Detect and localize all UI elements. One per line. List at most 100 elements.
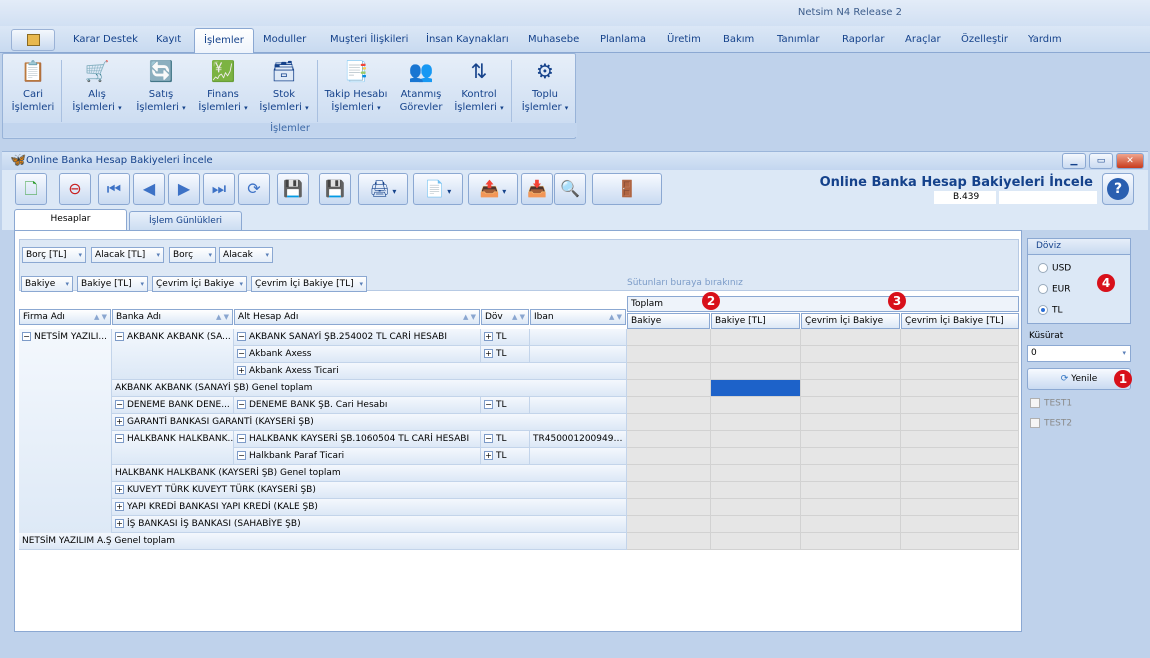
- data-cell[interactable]: [627, 346, 711, 363]
- menu-musteri-iliskileri[interactable]: Muşteri İlişkileri: [330, 34, 408, 45]
- row-currency[interactable]: + TL: [481, 329, 530, 346]
- save-close-button[interactable]: 💾: [319, 173, 351, 205]
- row-bank-akbank[interactable]: − AKBANK AKBANK (SA...: [112, 329, 234, 380]
- data-cell[interactable]: [627, 363, 711, 380]
- tab-islem-gunlukleri[interactable]: İşlem Günlükleri: [129, 211, 242, 231]
- field-borc[interactable]: Borç ▾: [169, 247, 216, 263]
- data-cell[interactable]: [711, 516, 801, 533]
- satis-islemleri-button[interactable]: 🔄 Satış İşlemleri ▾: [133, 58, 189, 115]
- row-bank-deneme[interactable]: − DENEME BANK DENE...: [112, 397, 234, 414]
- data-cell[interactable]: [801, 329, 901, 346]
- header-bakiye[interactable]: Bakiye: [627, 313, 710, 329]
- row-bank-yapikredi[interactable]: + YAPI KREDİ BANKASI YAPI KREDİ (KALE ŞB): [112, 499, 627, 516]
- row-account[interactable]: − HALKBANK KAYSERİ ŞB.1060504 TL CARİ HES…: [234, 431, 481, 448]
- data-cell[interactable]: [711, 397, 801, 414]
- data-cell[interactable]: [801, 499, 901, 516]
- kusurat-select[interactable]: 0 ▾: [1027, 345, 1131, 362]
- field-bakiye-tl[interactable]: Bakiye [TL] ▾: [77, 276, 148, 292]
- menu-insan-kaynaklari[interactable]: İnsan Kaynakları: [426, 34, 509, 45]
- last-record-button[interactable]: ⏭: [203, 173, 235, 205]
- data-cell[interactable]: [711, 482, 801, 499]
- atanmis-gorevler-button[interactable]: 👥 Atanmış Görevler: [395, 58, 447, 114]
- header-firma-adi[interactable]: Firma Adı ▲ ▼: [19, 309, 111, 325]
- row-bank-halkbank[interactable]: − HALKBANK HALKBANK...: [112, 431, 234, 465]
- alis-islemleri-button[interactable]: 🛒 Alış İşlemleri ▾: [69, 58, 125, 115]
- data-cell[interactable]: [711, 431, 801, 448]
- minimize-button[interactable]: ▁: [1062, 153, 1086, 169]
- data-cell[interactable]: [901, 363, 1019, 380]
- header-bakiye-tl[interactable]: Bakiye [TL]: [711, 313, 800, 329]
- data-cell[interactable]: [627, 499, 711, 516]
- data-cell[interactable]: [801, 346, 901, 363]
- takip-hesabi-islemleri-button[interactable]: 📑 Takip Hesabı İşlemleri ▾: [323, 58, 389, 115]
- data-cell[interactable]: [711, 363, 801, 380]
- row-currency[interactable]: − TL: [481, 431, 530, 448]
- menu-araclar[interactable]: Araçlar: [905, 34, 941, 45]
- refresh-record-button[interactable]: ⟳: [238, 173, 270, 205]
- data-cell[interactable]: [627, 431, 711, 448]
- data-cell[interactable]: [627, 533, 711, 550]
- data-cell[interactable]: [901, 533, 1019, 550]
- close-button[interactable]: ✕: [1116, 153, 1144, 169]
- radio-usd[interactable]: USD: [1038, 263, 1071, 274]
- field-cevrim-ici-bakiye-tl[interactable]: Çevrim İçi Bakiye [TL] ▾: [251, 276, 367, 292]
- data-cell[interactable]: [801, 431, 901, 448]
- data-cell[interactable]: [801, 448, 901, 465]
- data-cell[interactable]: [901, 431, 1019, 448]
- checkbox-test2[interactable]: TEST2: [1030, 418, 1072, 429]
- kontrol-islemleri-button[interactable]: ⇅ Kontrol İşlemleri ▾: [451, 58, 507, 115]
- field-borc-tl[interactable]: Borç [TL] ▾: [22, 247, 86, 263]
- menu-tanimlar[interactable]: Tanımlar: [777, 34, 819, 45]
- data-cell[interactable]: [711, 414, 801, 431]
- print-button[interactable]: 🖨 ▾: [358, 173, 408, 205]
- previous-record-button[interactable]: ◀: [133, 173, 165, 205]
- toplu-islemler-button[interactable]: ⚙ Toplu İşlemler ▾: [517, 58, 573, 115]
- menu-kayit[interactable]: Kayıt: [156, 34, 181, 45]
- import-button[interactable]: 📥: [521, 173, 553, 205]
- data-cell[interactable]: [801, 516, 901, 533]
- row-account[interactable]: − AKBANK SANAYİ ŞB.254002 TL CARİ HESABI: [234, 329, 481, 346]
- next-record-button[interactable]: ▶: [168, 173, 200, 205]
- data-cell[interactable]: [627, 448, 711, 465]
- pdf-export-button[interactable]: 📄 ▾: [413, 173, 463, 205]
- field-alacak[interactable]: Alacak ▾: [219, 247, 273, 263]
- menu-bakim[interactable]: Bakım: [723, 34, 754, 45]
- row-currency[interactable]: + TL: [481, 448, 530, 465]
- checkbox-test1[interactable]: TEST1: [1030, 398, 1072, 409]
- header-alt-hesap-adi[interactable]: Alt Hesap Adı ▲ ▼: [234, 309, 480, 325]
- search-button[interactable]: 🔍: [554, 173, 586, 205]
- header-cevrim-ici-bakiye[interactable]: Çevrim İçi Bakiye: [801, 313, 900, 329]
- data-cell[interactable]: [901, 465, 1019, 482]
- data-cell[interactable]: [711, 329, 801, 346]
- cari-islemleri-button[interactable]: 📋 Cari İşlemleri: [11, 58, 55, 114]
- data-cell[interactable]: [901, 346, 1019, 363]
- export-button[interactable]: 📤 ▾: [468, 173, 518, 205]
- menu-uretim[interactable]: Üretim: [667, 34, 701, 45]
- data-cell[interactable]: [627, 414, 711, 431]
- data-cell[interactable]: [627, 380, 711, 397]
- data-cell[interactable]: [801, 533, 901, 550]
- data-cell[interactable]: [627, 516, 711, 533]
- header-cevrim-ici-bakiye-tl[interactable]: Çevrim İçi Bakiye [TL]: [901, 313, 1019, 329]
- radio-tl[interactable]: TL: [1038, 305, 1063, 316]
- header-banka-adi[interactable]: Banka Adı ▲ ▼: [112, 309, 233, 325]
- data-cell[interactable]: [627, 465, 711, 482]
- row-currency[interactable]: − TL: [481, 397, 530, 414]
- menu-moduller[interactable]: Moduller: [263, 34, 306, 45]
- menu-islemler[interactable]: İşlemler: [194, 28, 254, 54]
- radio-eur[interactable]: EUR: [1038, 284, 1071, 295]
- data-cell[interactable]: [901, 499, 1019, 516]
- menu-karar-destek[interactable]: Karar Destek: [73, 34, 138, 45]
- data-cell[interactable]: [711, 380, 801, 397]
- data-cell[interactable]: [901, 482, 1019, 499]
- data-cell[interactable]: [801, 414, 901, 431]
- save-button[interactable]: 💾: [277, 173, 309, 205]
- data-cell[interactable]: [901, 397, 1019, 414]
- row-account[interactable]: − DENEME BANK ŞB. Cari Hesabı: [234, 397, 481, 414]
- row-bank-kuveyt[interactable]: + KUVEYT TÜRK KUVEYT TÜRK (KAYSERİ ŞB): [112, 482, 627, 499]
- data-cell[interactable]: [801, 380, 901, 397]
- header-iban[interactable]: Iban ▲ ▼: [530, 309, 626, 325]
- row-bank-isbankasi[interactable]: + İŞ BANKASI İŞ BANKASI (SAHABİYE ŞB): [112, 516, 627, 533]
- data-cell[interactable]: [711, 448, 801, 465]
- first-record-button[interactable]: ⏮: [98, 173, 130, 205]
